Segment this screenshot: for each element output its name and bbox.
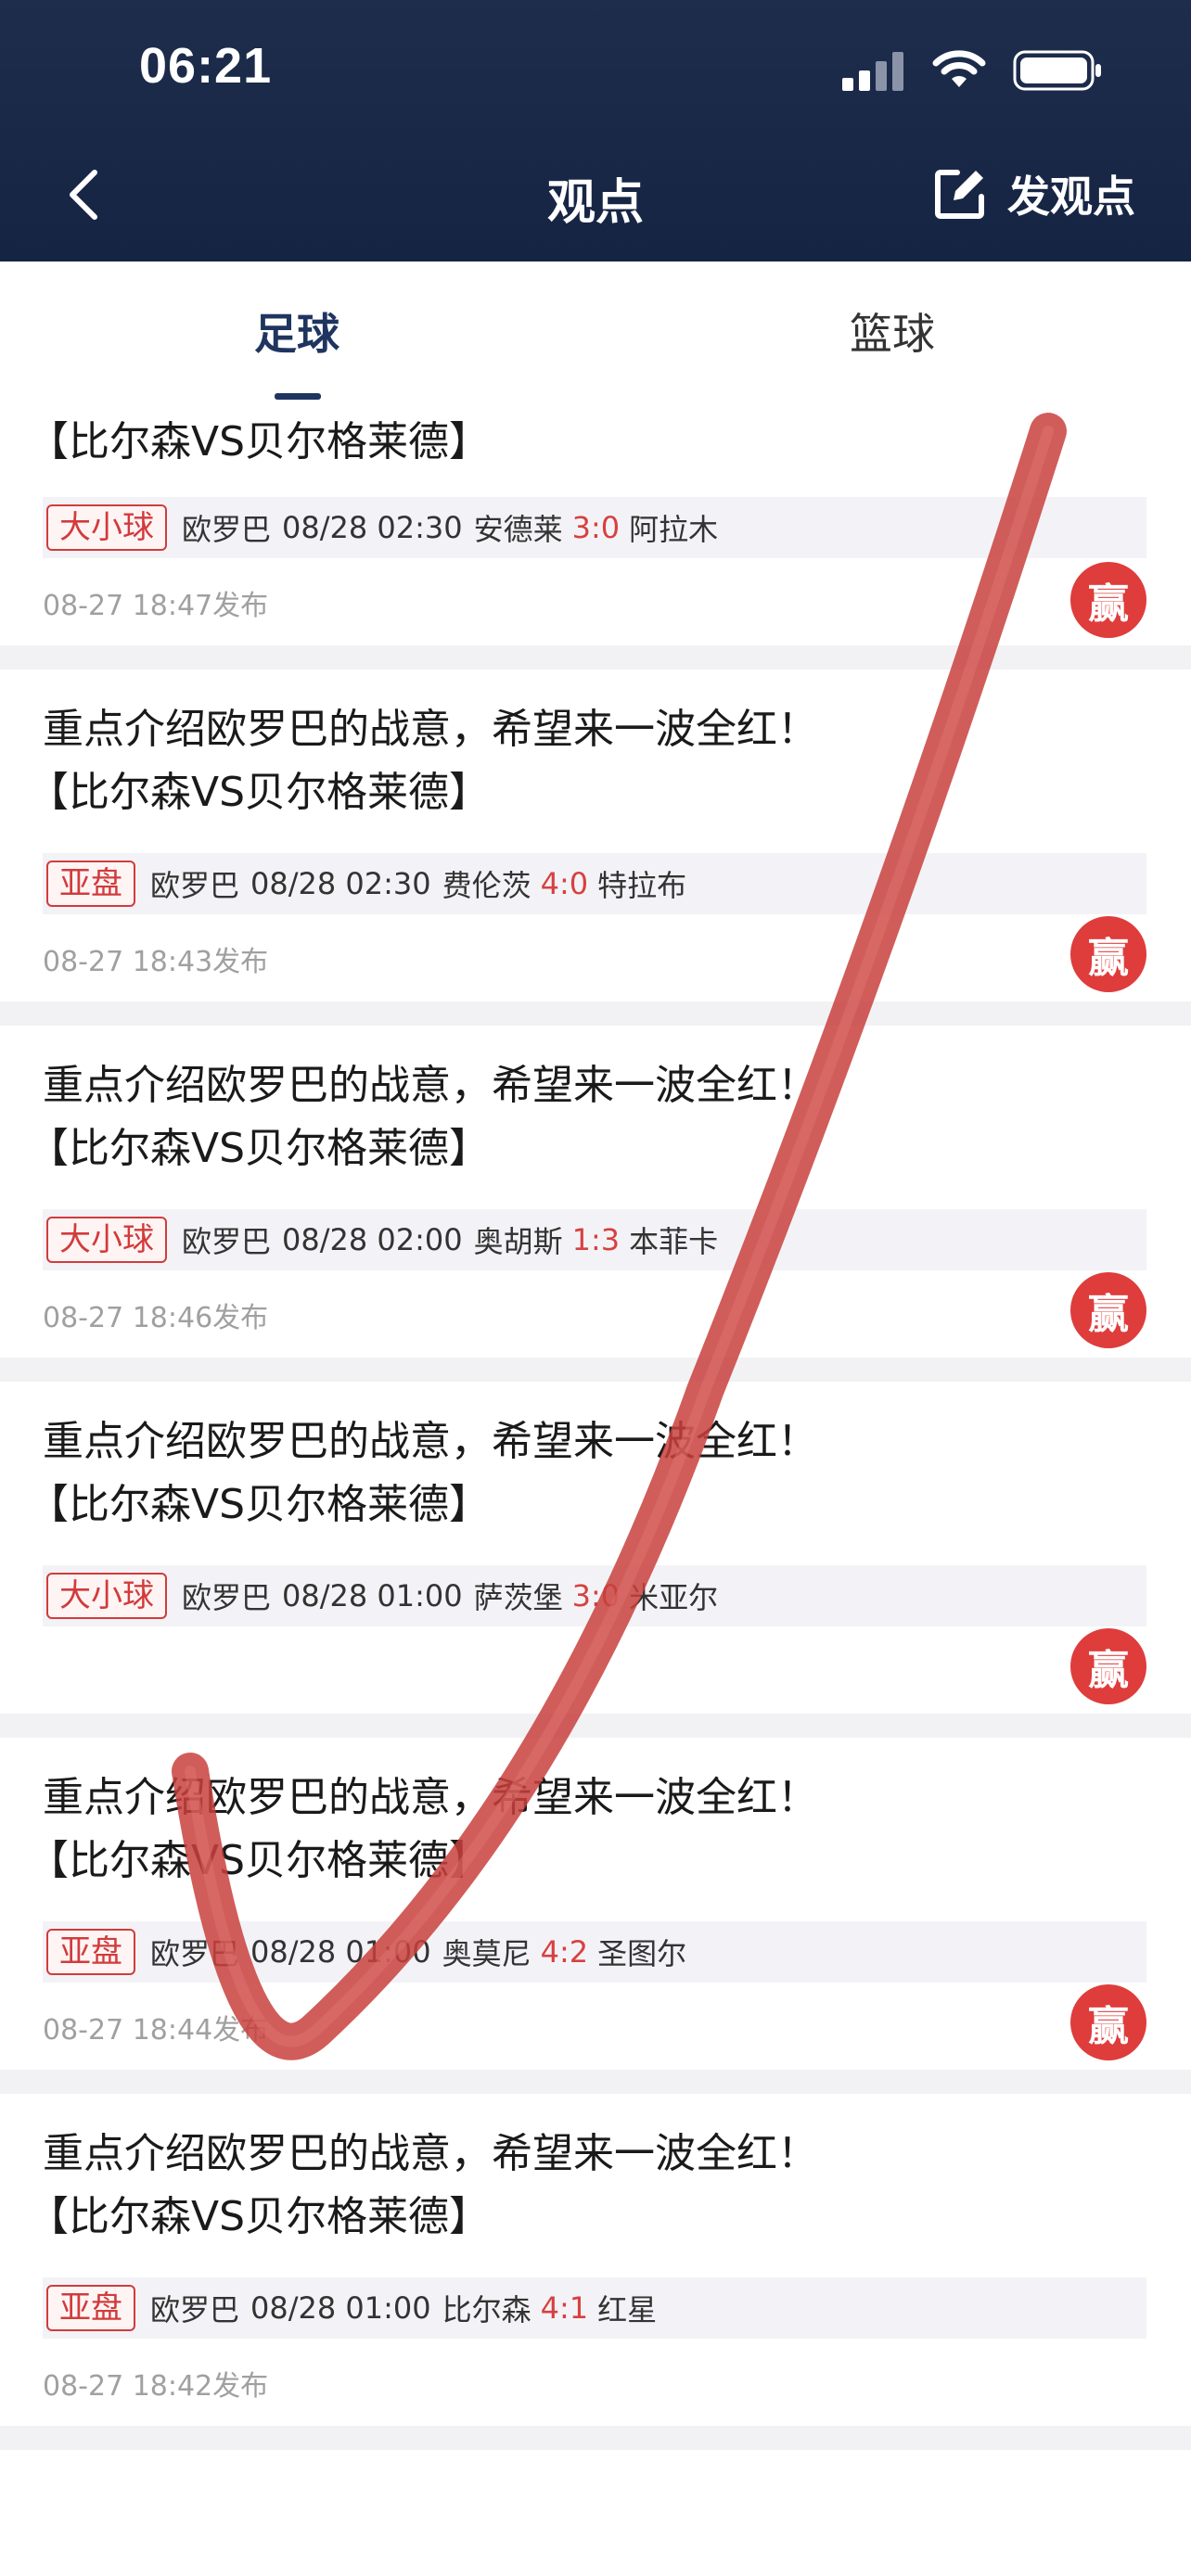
match-datetime: 08/28 01:00 — [282, 1578, 463, 1613]
match-info-row: 亚盘 欧罗巴 08/28 01:00 比尔森 4:1 红星 — [43, 2277, 1146, 2339]
match-datetime: 08/28 02:30 — [282, 510, 463, 545]
match-info-row: 亚盘 欧罗巴 08/28 02:30 费伦茨 4:0 特拉布 — [43, 853, 1146, 914]
post-time: 08-27 18:46发布 — [43, 1302, 269, 1334]
match-datetime: 08/28 02:00 — [282, 1222, 463, 1257]
edit-icon — [935, 170, 984, 219]
home-team: 费伦茨 — [442, 868, 531, 903]
match-info-row: 大小球 欧罗巴 08/28 01:00 萨茨堡 3:0 米亚尔 — [43, 1565, 1146, 1626]
post-title: 重点介绍欧罗巴的战意，希望来一波全红！ — [43, 706, 818, 753]
match-info-row: 亚盘 欧罗巴 08/28 01:00 奥莫尼 4:2 圣图尔 — [43, 1921, 1146, 1983]
wifi-icon — [932, 50, 986, 87]
post-title-match: 【比尔森VS贝尔格莱德】 — [28, 1481, 491, 1528]
post-card[interactable]: 重点介绍欧罗巴的战意，希望来一波全红！ 【比尔森VS贝尔格莱德】 亚盘 欧罗巴 … — [0, 2094, 1191, 2426]
bet-type-tag: 大小球 — [46, 504, 167, 551]
status-icons — [842, 48, 1102, 93]
post-card[interactable]: 重点介绍欧罗巴的战意，希望来一波全红！ 【比尔森VS贝尔格莱德】 亚盘 欧罗巴 … — [0, 1738, 1191, 2070]
away-team: 本菲卡 — [629, 1224, 719, 1259]
post-card[interactable]: 重点介绍欧罗巴的战意，希望来一波全红！ 【比尔森VS贝尔格莱德】 大小球 欧罗巴… — [0, 1382, 1191, 1714]
card-divider — [0, 2070, 1191, 2094]
match-score: 1:3 — [571, 1222, 621, 1257]
league: 欧罗巴 — [182, 512, 272, 547]
away-team: 阿拉木 — [629, 512, 719, 547]
home-team: 奥胡斯 — [473, 1224, 563, 1259]
post-time: 08-27 18:42发布 — [43, 2370, 269, 2403]
league: 欧罗巴 — [150, 1936, 240, 1971]
bet-type-tag: 亚盘 — [46, 2285, 135, 2331]
win-badge: 赢 — [1070, 1984, 1146, 2060]
sport-tabs: 足球 篮球 — [0, 261, 1191, 401]
publish-opinion-button[interactable]: 发观点 — [933, 163, 1135, 224]
tab-football[interactable]: 足球 — [254, 300, 339, 362]
home-team: 比尔森 — [442, 2292, 531, 2327]
match-datetime: 08/28 01:00 — [250, 1934, 431, 1970]
post-title: 重点介绍欧罗巴的战意，希望来一波全红！ — [43, 1062, 818, 1109]
top-nav-bar: 06:21 观点 发观点 — [0, 0, 1191, 261]
status-time: 06:21 — [139, 38, 273, 94]
battery-icon — [1013, 50, 1101, 91]
win-badge: 赢 — [1070, 1628, 1146, 1704]
post-title-match: 【比尔森VS贝尔格莱德】 — [28, 1837, 491, 1884]
league: 欧罗巴 — [182, 1224, 272, 1259]
match-datetime: 08/28 02:30 — [250, 866, 431, 901]
bet-type-tag: 大小球 — [46, 1573, 167, 1619]
post-time: 08-27 18:47发布 — [43, 590, 269, 622]
signal-icon — [842, 52, 903, 91]
away-team: 红星 — [597, 2292, 658, 2327]
match-score: 4:2 — [540, 1934, 589, 1970]
post-title: 重点介绍欧罗巴的战意，希望来一波全红！ — [43, 1774, 818, 1821]
post-card[interactable]: 重点介绍欧罗巴的战意，希望来一波全红！ 【比尔森VS贝尔格莱德】 大小球 欧罗巴… — [0, 1026, 1191, 1358]
bet-type-tag: 亚盘 — [46, 1929, 135, 1975]
match-score: 4:0 — [540, 866, 589, 901]
card-divider — [0, 2426, 1191, 2450]
post-title-match: 【比尔森VS贝尔格莱德】 — [28, 2193, 491, 2240]
match-datetime: 08/28 01:00 — [250, 2290, 431, 2326]
publish-label: 发观点 — [1007, 172, 1135, 222]
match-score: 3:0 — [571, 1578, 621, 1613]
away-team: 米亚尔 — [629, 1580, 719, 1615]
win-badge: 赢 — [1070, 562, 1146, 638]
post-time: 08-27 18:44发布 — [43, 2014, 269, 2047]
home-team: 萨茨堡 — [473, 1580, 563, 1615]
league: 欧罗巴 — [150, 868, 240, 903]
post-time: 08-27 18:43发布 — [43, 946, 269, 978]
post-title: 重点介绍欧罗巴的战意，希望来一波全红！ — [43, 1418, 818, 1465]
post-title-match: 【比尔森VS贝尔格莱德】 — [28, 1125, 491, 1172]
card-divider — [0, 1714, 1191, 1738]
league: 欧罗巴 — [182, 1580, 272, 1615]
post-card[interactable]: 重点介绍欧罗巴的战意，希望来一波全红！ 【比尔森VS贝尔格莱德】 亚盘 欧罗巴 … — [0, 670, 1191, 1001]
card-divider — [0, 1001, 1191, 1026]
away-team: 特拉布 — [597, 868, 687, 903]
post-title-match: 【比尔森VS贝尔格莱德】 — [28, 769, 491, 816]
bet-type-tag: 大小球 — [46, 1217, 167, 1263]
match-score: 3:0 — [571, 510, 621, 545]
home-team: 安德莱 — [473, 512, 563, 547]
bet-type-tag: 亚盘 — [46, 861, 135, 907]
win-badge: 赢 — [1070, 1272, 1146, 1348]
away-team: 圣图尔 — [597, 1936, 687, 1971]
league: 欧罗巴 — [150, 2292, 240, 2327]
match-score: 4:1 — [540, 2290, 589, 2326]
win-badge: 赢 — [1070, 916, 1146, 992]
home-team: 奥莫尼 — [442, 1936, 531, 1971]
post-card[interactable]: 【比尔森VS贝尔格莱德】 大小球 欧罗巴 08/28 02:30 安德莱 3:0… — [0, 401, 1191, 645]
active-tab-indicator — [275, 393, 321, 400]
post-title-match: 【比尔森VS贝尔格莱德】 — [28, 418, 491, 465]
card-divider — [0, 1358, 1191, 1382]
tab-basketball[interactable]: 篮球 — [850, 300, 935, 362]
match-info-row: 大小球 欧罗巴 08/28 02:30 安德莱 3:0 阿拉木 — [43, 497, 1146, 558]
card-divider — [0, 645, 1191, 670]
post-title: 重点介绍欧罗巴的战意，希望来一波全红！ — [43, 2130, 818, 2177]
match-info-row: 大小球 欧罗巴 08/28 02:00 奥胡斯 1:3 本菲卡 — [43, 1209, 1146, 1270]
